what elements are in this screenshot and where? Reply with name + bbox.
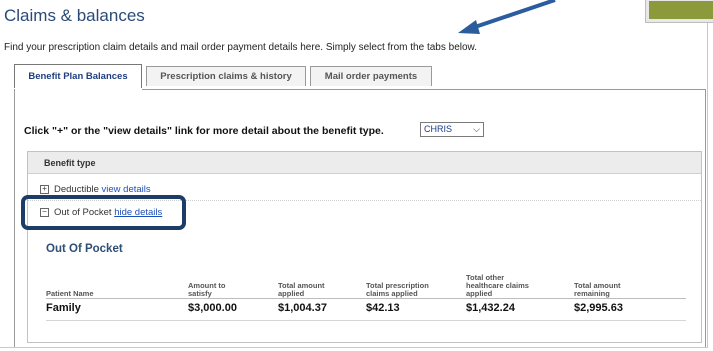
column-header: Amount to satisfy [188,281,226,298]
total-amount-remaining: $2,995.63 [574,302,623,314]
benefit-label: Deductible [54,184,99,195]
column-header: Total other healthcare claims applied [466,273,529,298]
tab-mail-order-payments[interactable]: Mail order payments [310,66,432,86]
table-row: Family $3,000.00 $1,004.37 $42.13 $1,432… [46,302,686,322]
other-claims-applied: $1,432.24 [466,302,515,314]
column-header: Total prescription claims applied [366,281,429,298]
amount-to-satisfy: $3,000.00 [188,302,237,314]
tab-bar: Benefit Plan Balances Prescription claim… [14,64,704,90]
row-divider [46,320,686,321]
out-of-pocket-column-headers: Patient Name Amount to satisfy Total amo… [46,266,686,298]
tab-prescription-claims-history[interactable]: Prescription claims & history [146,66,306,86]
tab-divider [142,89,706,90]
chevron-down-icon: ⌵ [473,124,480,134]
view-details-link[interactable]: view details [102,184,151,195]
column-header: Total amount applied [278,281,325,298]
column-header: Total amount remaining [574,281,621,298]
patient-name: Family [46,302,81,314]
annotation-arrow [458,0,556,34]
highlight-box [21,195,186,230]
prescription-claims-applied: $42.13 [366,302,400,314]
page-intro: Find your prescription claim details and… [4,42,477,53]
expand-icon[interactable]: + [40,184,49,194]
out-of-pocket-title: Out Of Pocket [46,243,123,255]
decorative-tile [645,0,713,23]
instruction-text: Click "+" or the "view details" link for… [24,125,384,137]
column-header: Patient Name [46,289,94,298]
total-amount-applied: $1,004.37 [278,302,327,314]
header-divider [46,298,686,299]
benefit-type-header: Benefit type [28,152,701,174]
page-title: Claims & balances [4,6,145,25]
member-select-value: CHRIS [424,124,453,134]
tab-benefit-plan-balances[interactable]: Benefit Plan Balances [14,64,142,88]
member-select[interactable]: CHRIS ⌵ [420,122,484,137]
